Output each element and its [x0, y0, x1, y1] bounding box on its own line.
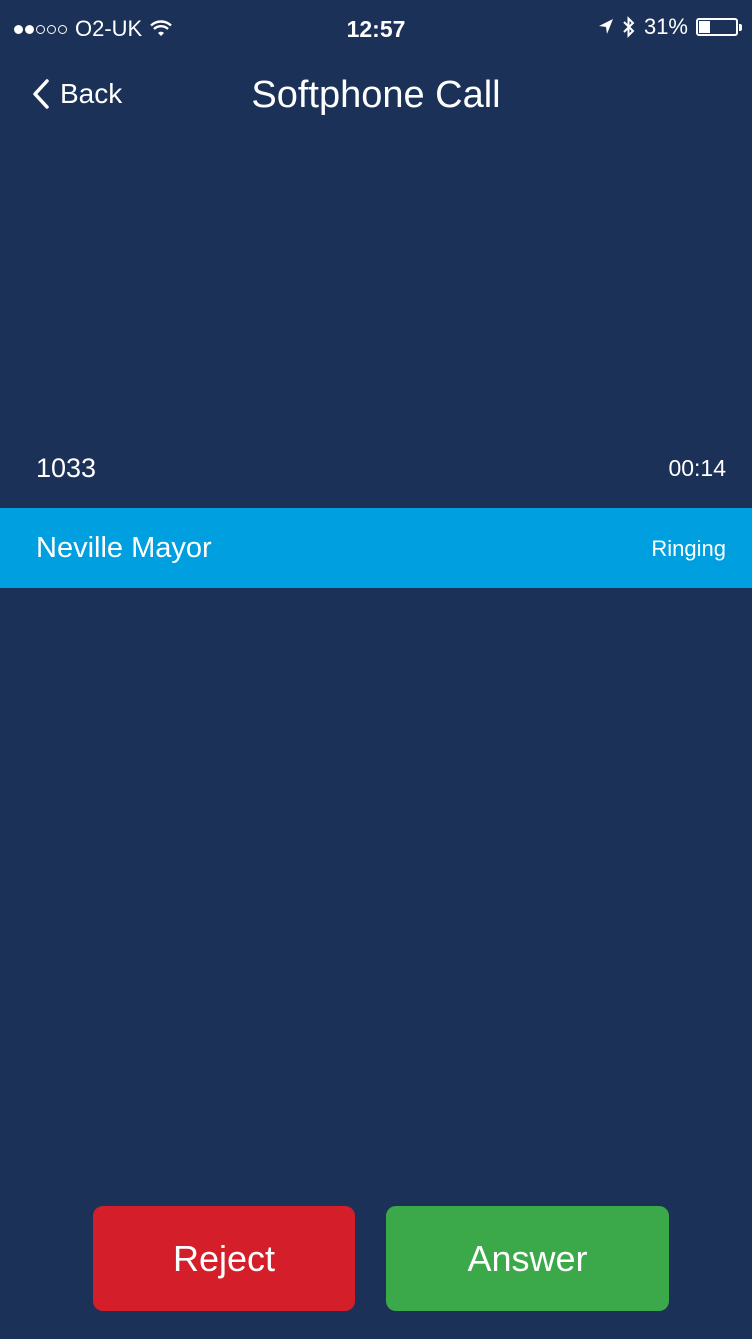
caller-name: Neville Mayor — [36, 532, 212, 564]
page-title: Softphone Call — [251, 74, 501, 116]
reject-button[interactable]: Reject — [93, 1206, 355, 1311]
battery-fill — [699, 21, 711, 33]
call-duration: 00:14 — [668, 455, 726, 481]
answer-button[interactable]: Answer — [386, 1206, 669, 1311]
status-bar: O2-UK 12:57 31% — [0, 0, 752, 56]
call-status: Ringing — [651, 536, 726, 561]
battery-icon — [696, 18, 742, 36]
call-number: 1033 — [36, 453, 97, 483]
bluetooth-icon — [623, 16, 635, 38]
call-meta: 1033 00:14 — [36, 445, 726, 493]
status-right: 31% — [590, 14, 742, 40]
navigation-bar: Back Softphone Call — [0, 56, 752, 144]
call-row[interactable]: Neville Mayor Ringing — [0, 508, 752, 588]
softphone-call-screen: O2-UK 12:57 31% Back Softphone Call 1033… — [0, 0, 752, 1339]
location-arrow-icon — [598, 19, 613, 34]
battery-percent: 31% — [643, 14, 688, 39]
